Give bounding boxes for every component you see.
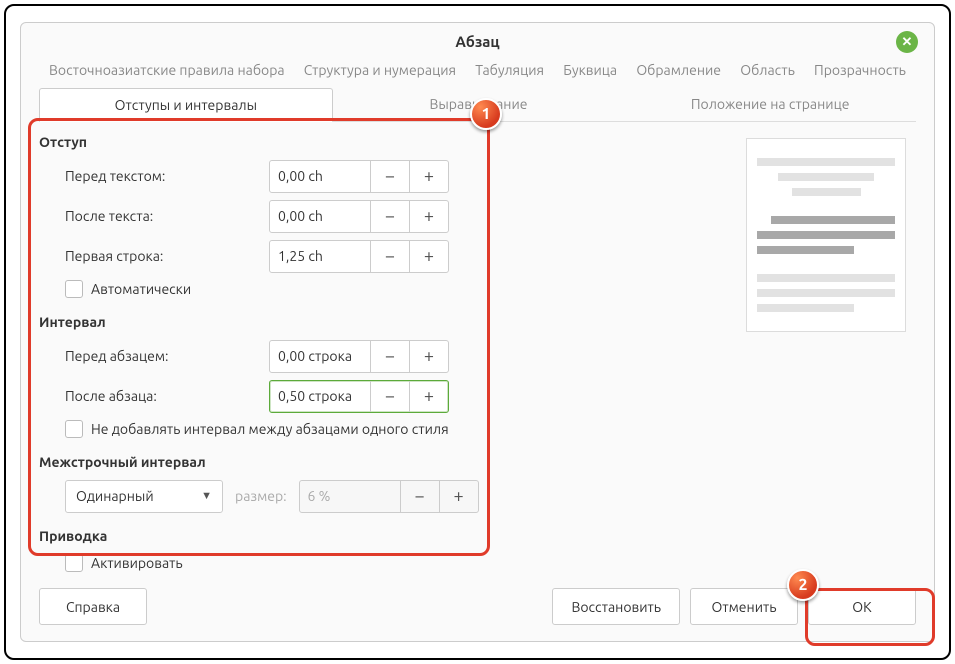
spinner-minus-icon[interactable]: − [370, 241, 409, 272]
titlebar: Абзац ✕ [39, 23, 916, 58]
line-spacing-size-spinner: − + [299, 480, 479, 513]
spinner-plus-icon[interactable]: + [409, 381, 448, 412]
tab-text-flow[interactable]: Положение на странице [624, 88, 916, 121]
help-button[interactable]: Справка [39, 588, 147, 625]
spinner-plus-icon[interactable]: + [409, 201, 448, 232]
tab-tabs[interactable]: Табуляция [469, 58, 550, 82]
tab-dropcaps[interactable]: Буквица [557, 58, 623, 82]
label-space-before: Перед абзацем: [39, 348, 269, 364]
indent-after-spinner[interactable]: − + [269, 200, 449, 233]
line-spacing-dropdown[interactable]: Одинарный ▼ [65, 480, 223, 513]
section-register: Приводка [39, 528, 494, 544]
label-no-same-style-space: Не добавлять интервал между абзацами одн… [91, 421, 449, 437]
spinner-plus-icon: + [439, 481, 478, 512]
section-line-spacing: Межстрочный интервал [39, 454, 494, 470]
tab-area[interactable]: Область [734, 58, 801, 82]
checkbox-no-same-style-space[interactable] [65, 420, 83, 438]
space-after-spinner[interactable]: − + [269, 380, 449, 413]
line-spacing-value: Одинарный [76, 488, 154, 504]
dialog-title: Абзац [455, 33, 499, 50]
spinner-plus-icon[interactable]: + [409, 241, 448, 272]
close-icon[interactable]: ✕ [896, 31, 918, 53]
section-indent: Отступ [39, 134, 494, 150]
tabs-secondary: Восточноазиатские правила набора Структу… [39, 58, 916, 88]
spinner-minus-icon[interactable]: − [370, 381, 409, 412]
spinner-minus-icon[interactable]: − [370, 201, 409, 232]
label-space-after: После абзаца: [39, 388, 269, 404]
form-area: Отступ Перед текстом: − + После текста: … [39, 122, 494, 576]
indent-after-input[interactable] [270, 201, 370, 232]
tab-indents-spacing[interactable]: Отступы и интервалы [39, 88, 333, 122]
tabs-primary: Отступы и интервалы Выравнивание Положен… [39, 88, 916, 122]
restore-button[interactable]: Восстановить [552, 588, 680, 625]
spinner-plus-icon[interactable]: + [409, 161, 448, 192]
indent-before-spinner[interactable]: − + [269, 160, 449, 193]
paragraph-dialog: Абзац ✕ Восточноазиатские правила набора… [20, 22, 935, 642]
tab-transparency[interactable]: Прозрачность [808, 58, 912, 82]
label-line-spacing-size: размер: [235, 488, 287, 504]
label-indent-after: После текста: [39, 208, 269, 224]
spinner-minus-icon[interactable]: − [370, 161, 409, 192]
indent-first-input[interactable] [270, 241, 370, 272]
spinner-minus-icon[interactable]: − [370, 341, 409, 372]
preview-area [746, 122, 916, 576]
tab-alignment[interactable]: Выравнивание [333, 88, 625, 121]
checkbox-register-activate[interactable] [65, 554, 83, 572]
space-before-input[interactable] [270, 341, 370, 372]
label-register-activate: Активировать [91, 555, 183, 571]
ok-button[interactable]: ОК [808, 588, 916, 625]
indent-before-input[interactable] [270, 161, 370, 192]
label-indent-first: Первая строка: [39, 248, 269, 264]
indent-first-spinner[interactable]: − + [269, 240, 449, 273]
cancel-button[interactable]: Отменить [690, 588, 798, 625]
line-spacing-size-input [300, 481, 400, 512]
space-before-spinner[interactable]: − + [269, 340, 449, 373]
tab-outline-numbering[interactable]: Структура и нумерация [298, 58, 462, 82]
tab-asian-typography[interactable]: Восточноазиатские правила набора [43, 58, 291, 82]
checkbox-auto-indent[interactable] [65, 280, 83, 298]
chevron-down-icon: ▼ [201, 490, 212, 502]
spinner-plus-icon[interactable]: + [409, 341, 448, 372]
tab-borders[interactable]: Обрамление [630, 58, 727, 82]
label-indent-before: Перед текстом: [39, 168, 269, 184]
space-after-input[interactable] [270, 381, 370, 412]
paragraph-preview [746, 138, 906, 332]
section-spacing: Интервал [39, 314, 494, 330]
spinner-minus-icon: − [400, 481, 439, 512]
label-auto-indent: Автоматически [91, 281, 191, 297]
